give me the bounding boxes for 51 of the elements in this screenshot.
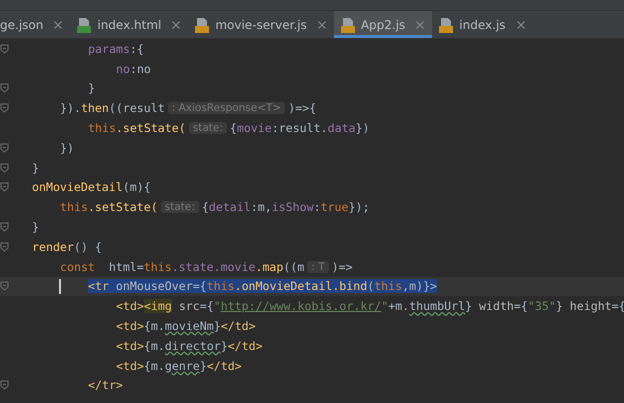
inlay-hint: state:	[160, 201, 199, 214]
code-text: const html=this.state.movie.map((m	[60, 260, 304, 274]
fold-icon[interactable]	[0, 281, 9, 292]
code-text: <td>{m.movieNm}</td>	[116, 319, 256, 334]
fold-icon[interactable]	[0, 162, 9, 173]
file-icon	[438, 16, 454, 32]
code-text: {movie:result.data})	[230, 121, 370, 136]
code-text: <td>{m.director}</td>	[116, 338, 263, 353]
code-text: params:{	[88, 42, 144, 56]
text-cursor	[59, 279, 61, 294]
code-text: }	[32, 160, 39, 175]
code-text: this.setState(	[88, 121, 186, 136]
fold-icon[interactable]	[0, 380, 9, 390]
file-tab[interactable]: movie-server.js	[188, 11, 334, 38]
fold-icon[interactable]	[0, 103, 9, 114]
close-icon[interactable]	[516, 20, 525, 28]
fold-icon[interactable]	[0, 44, 9, 54]
fold-icon[interactable]	[0, 182, 9, 192]
code-text: render() {	[32, 240, 102, 254]
fold-icon[interactable]	[0, 222, 9, 232]
code-text: no:no	[116, 62, 151, 76]
code-text: this.setState(	[60, 200, 158, 214]
fold-icon[interactable]	[0, 242, 9, 252]
file-icon	[194, 16, 210, 32]
file-tab[interactable]: index.js	[432, 11, 533, 38]
selected-code-text: <tr onMouseOver={this.onMovieDetail.bind(this,m)}>	[88, 279, 438, 294]
code-text: })	[60, 140, 74, 155]
code-text: onMovieDetail(m){	[32, 180, 151, 194]
close-icon[interactable]	[172, 20, 180, 28]
close-icon[interactable]	[416, 20, 424, 28]
file-tab[interactable]: App2.js	[334, 11, 432, 38]
inlay-hint: : T	[307, 260, 329, 273]
code-text: )=>{	[288, 101, 316, 116]
code-text: </tr>	[88, 378, 123, 392]
code-text: }).then((result	[60, 101, 165, 116]
close-icon[interactable]	[54, 20, 62, 28]
inlay-hint: state:	[188, 122, 227, 134]
inlay-hint: : AxiosResponse<T>	[168, 102, 286, 114]
file-icon	[76, 16, 92, 32]
close-icon[interactable]	[318, 20, 326, 28]
file-tab[interactable]: ge.json	[0, 11, 70, 38]
code-text: {detail:m,isShow:true});	[202, 200, 370, 214]
code-text: }	[88, 81, 95, 96]
fold-icon[interactable]	[0, 142, 9, 153]
code-text: )=>	[332, 260, 353, 274]
code-text: <td>{m.genre}</td>	[116, 358, 242, 373]
file-icon	[340, 16, 356, 32]
code-text: <td><img src={"http://www.kobis.or.kr/"+m.thumbUrl} width={"35"} height={	[116, 299, 624, 314]
file-tab[interactable]: index.html	[70, 11, 188, 38]
fold-icon[interactable]	[0, 83, 9, 94]
code-text: }	[32, 220, 39, 234]
